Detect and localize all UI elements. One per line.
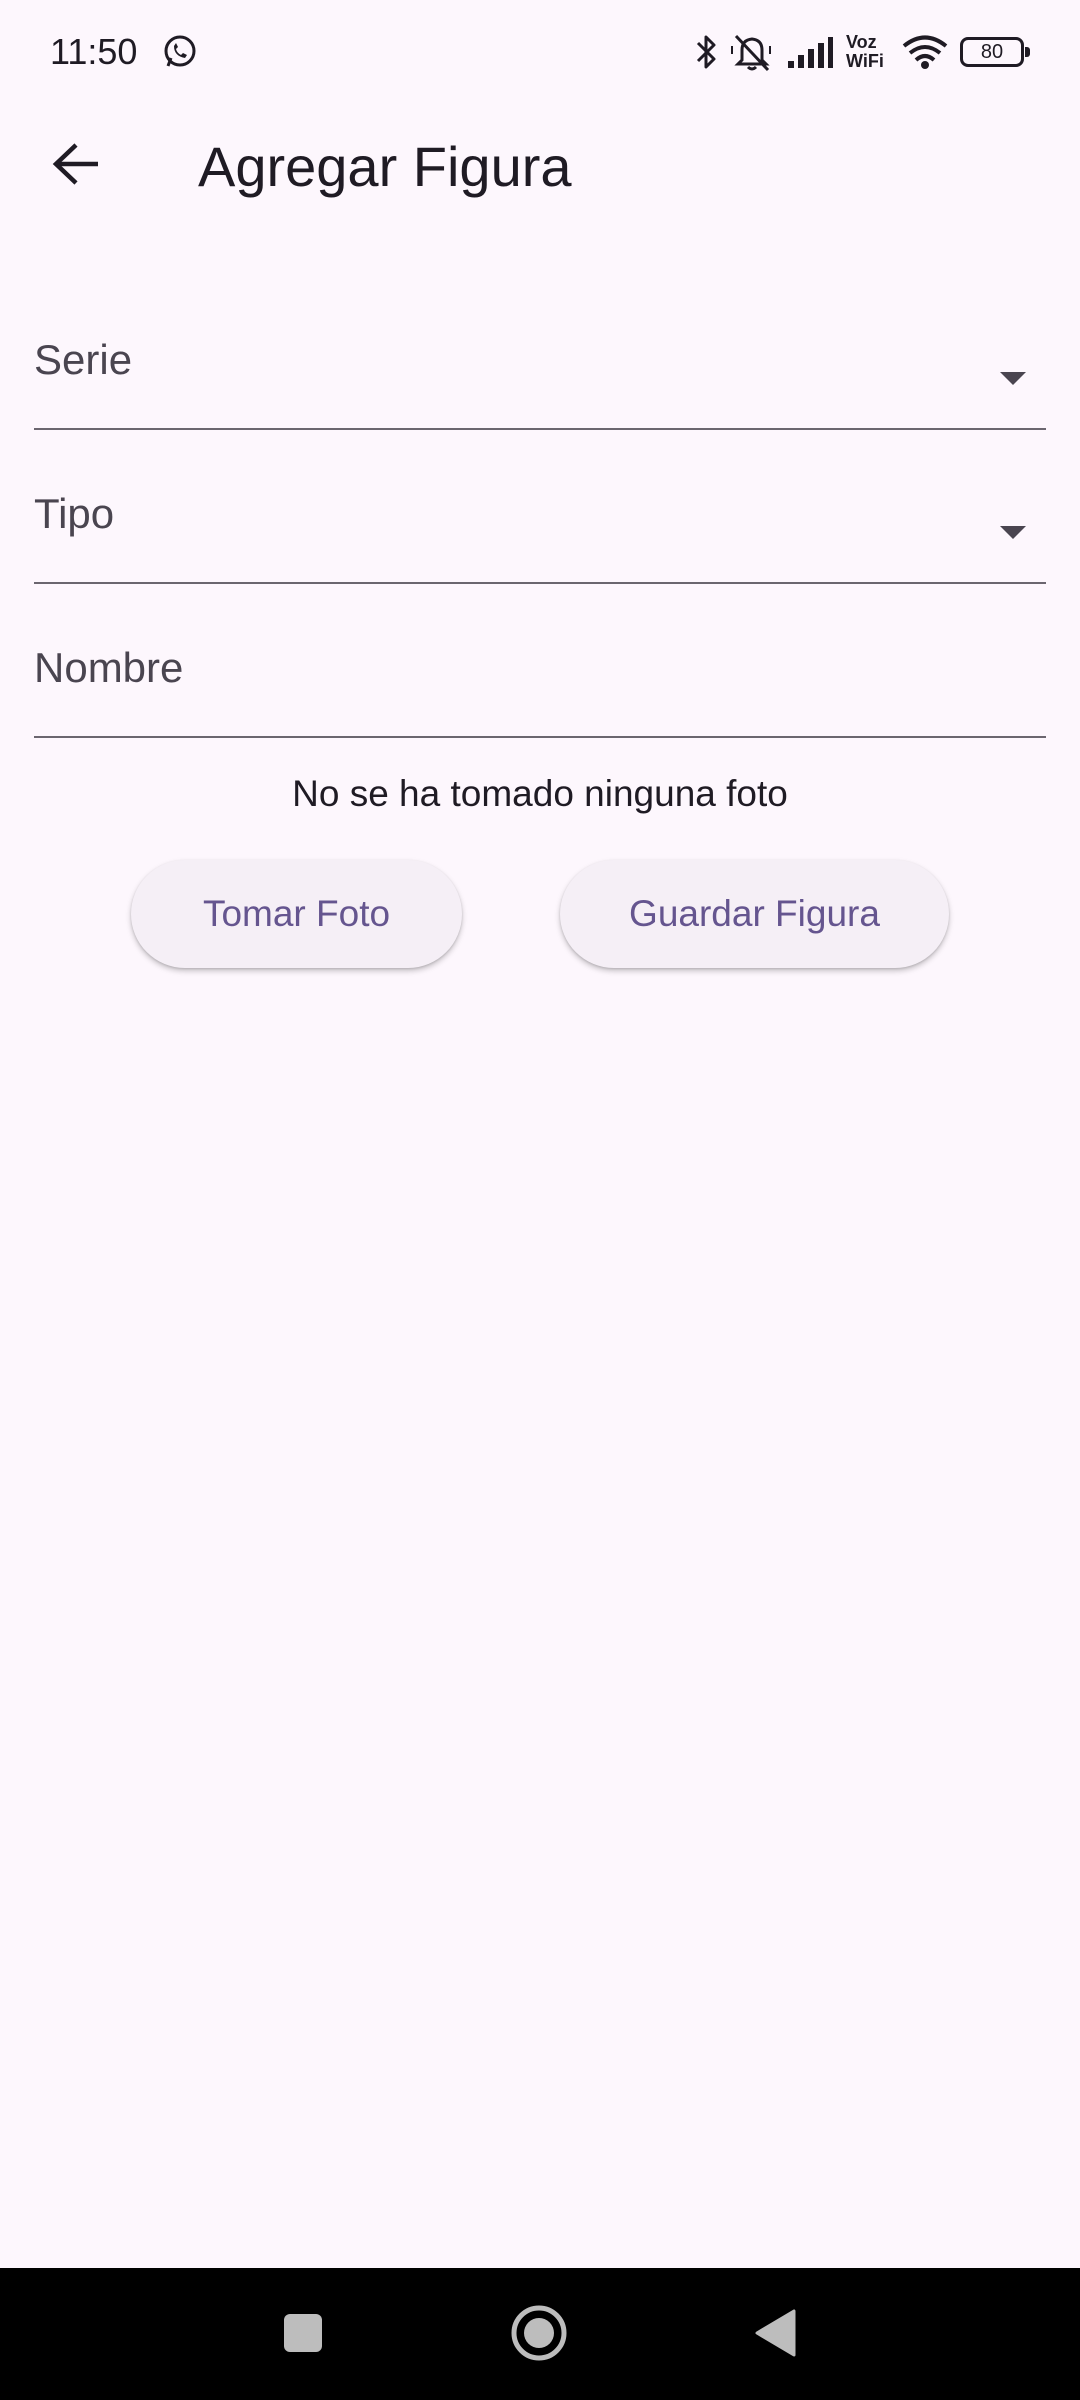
app-bar: Agregar Figura bbox=[0, 104, 1080, 228]
battery-level: 80 bbox=[980, 40, 1004, 63]
take-photo-button[interactable]: Tomar Foto bbox=[131, 860, 462, 968]
battery-icon: 80 bbox=[960, 37, 1030, 67]
back-icon[interactable] bbox=[754, 2308, 796, 2358]
screen: 11:50 Voz WiFi 80 Agregar Figura Serie T… bbox=[0, 0, 1080, 2400]
voz-label: Voz bbox=[846, 32, 877, 52]
system-nav-bar bbox=[0, 2268, 1080, 2400]
serie-label: Serie bbox=[34, 336, 133, 383]
serie-dropdown[interactable]: Serie bbox=[34, 314, 1046, 430]
bluetooth-icon bbox=[694, 33, 718, 71]
dropdown-arrow-icon bbox=[1000, 372, 1026, 385]
save-figure-button[interactable]: Guardar Figura bbox=[560, 860, 949, 968]
dropdown-arrow-icon bbox=[1000, 526, 1026, 539]
wifi-icon bbox=[902, 35, 948, 69]
photo-status-text: No se ha tomado ninguna foto bbox=[292, 773, 788, 814]
whatsapp-icon bbox=[162, 34, 198, 70]
home-icon[interactable] bbox=[510, 2304, 568, 2362]
status-icons: Voz WiFi 80 bbox=[694, 28, 1030, 76]
silent-bell-icon bbox=[730, 32, 774, 72]
nombre-field[interactable]: Nombre bbox=[34, 622, 1046, 738]
status-time: 11:50 bbox=[50, 31, 138, 72]
recents-icon[interactable] bbox=[284, 2314, 322, 2352]
arrow-back-icon bbox=[52, 142, 100, 191]
voz-wifi-label: Voz WiFi bbox=[846, 33, 890, 71]
status-bar: 11:50 Voz WiFi 80 bbox=[0, 0, 1080, 104]
back-button[interactable] bbox=[36, 126, 116, 206]
wifi-label: WiFi bbox=[846, 51, 884, 71]
signal-icon bbox=[786, 35, 834, 69]
tipo-label: Tipo bbox=[34, 490, 115, 537]
nombre-label: Nombre bbox=[34, 644, 184, 691]
tipo-dropdown[interactable]: Tipo bbox=[34, 468, 1046, 584]
page-title: Agregar Figura bbox=[198, 135, 572, 198]
